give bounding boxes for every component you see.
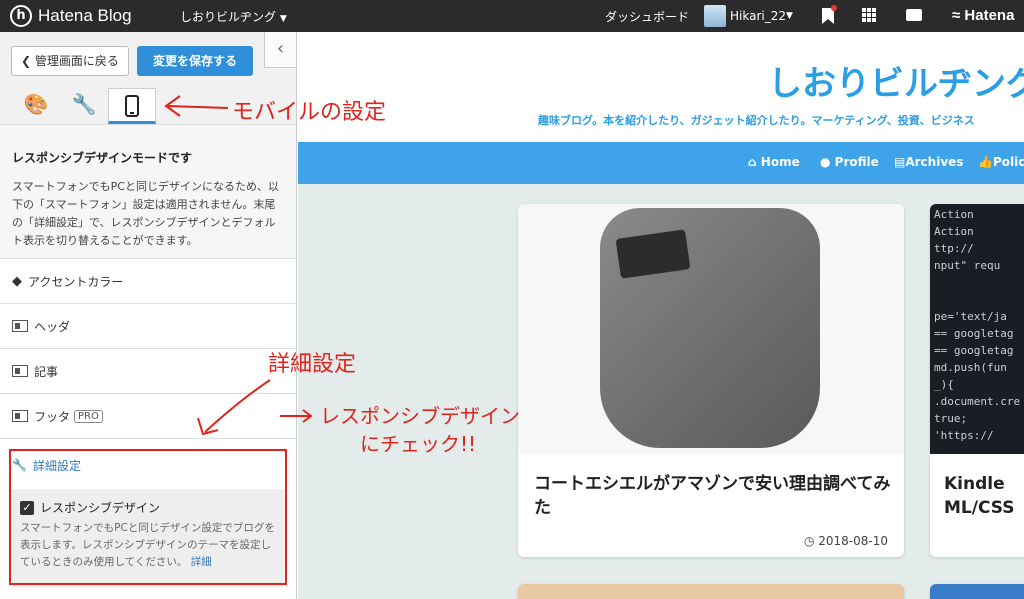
user-menu[interactable]: Hikari_22 ▼ [704,5,793,27]
layout-icon [12,365,28,377]
article-card[interactable]: Action Action ttp:// nput" requ pe='text/ja =… [930,204,1024,557]
menu-header[interactable]: ヘッダ [0,304,296,349]
article-title[interactable]: Kindle ML/CSS [944,472,1024,520]
collapse-panel-button[interactable]: ‹ [264,32,296,68]
nav-profile-label: Profile [834,155,879,169]
info-body: スマートフォンでもPCと同じデザインになるため、以下の「スマートフォン」設定は適… [12,180,279,247]
annotation-check: にチェック!! [360,432,477,456]
logo-text: Hatena Blog [38,6,132,25]
notification-dot [831,5,837,11]
article-card[interactable] [518,584,904,599]
article-card[interactable]: コートエシエルがアマゾンで安い理由調べてみた ◷ 2018-08-10 [518,204,904,557]
layout-icon [12,320,28,332]
layout-icon [12,410,28,422]
code-line: == googletag [934,344,1014,357]
responsive-mode-info: レスポンシブデザインモードです スマートフォンでもPCと同じデザインになるため、… [0,125,296,259]
clock-icon: ◷ [803,534,815,548]
tab-customize[interactable]: 🔧 [60,88,108,124]
nav-policy-label: Policy [992,155,1024,169]
chat-icon[interactable] [906,9,922,21]
blog-nav: ⌂ Home ● Profile ▤Archives 👍Policy [298,142,1024,184]
blog-selector-label: しおりビルヂング [180,10,277,24]
save-changes-button[interactable]: 変更を保存する [137,46,253,76]
code-line: nput" requ [934,259,1001,272]
palette-icon: 🎨 [23,92,49,116]
nav-archives[interactable]: ▤Archives [894,155,963,169]
code-thumbnail: Action Action ttp:// nput" requ pe='text/ja =… [930,204,1024,454]
nav-home-label: Home [760,155,800,169]
menu-article-label: 記事 [34,364,59,379]
article-card[interactable] [930,584,1024,599]
chevron-down-icon: ▼ [279,14,287,24]
blog-preview: しおりビルヂング 趣味ブログ。本を紹介したり、ガジェット紹介したり。マーケティン… [298,32,1024,599]
nav-home[interactable]: ⌂ Home [748,155,800,169]
back-to-admin-label: 管理画面に戻る [34,54,119,68]
username: Hikari_22 [730,9,786,23]
home-icon: ⌂ [748,155,757,169]
chevron-left-icon: ❮ [21,54,35,68]
menu-accent-color-label: アクセントカラー [28,274,124,289]
code-line: Action [934,208,974,221]
back-to-admin-button[interactable]: ❮ 管理画面に戻る [11,46,129,76]
annotation-detail-settings: 詳細設定 [268,352,357,377]
code-line: 'https:// [934,429,994,442]
info-title: レスポンシブデザインモードです [12,151,193,165]
code-line: pe='text/ja [934,310,1007,323]
article-date: ◷ 2018-08-10 [804,534,888,548]
nav-archives-label: Archives [905,155,964,169]
wrench-icon: 🔧 [71,92,97,116]
hatena-link[interactable]: ≈ Hatena [952,7,1014,24]
menu-accent-color[interactable]: ◆ アクセントカラー [0,259,296,304]
pro-badge: PRO [74,409,103,423]
hatena-logo-icon: h [10,5,32,27]
code-line: md.push(fun [934,361,1007,374]
hatena-right-icon: ≈ [952,7,961,24]
tab-design[interactable]: 🎨 [12,88,60,124]
archive-icon: ▤ [894,155,906,169]
blog-selector[interactable]: しおりビルヂング ▼ [180,8,287,25]
code-line: true; [934,412,968,425]
blog-description: 趣味ブログ。本を紹介したり、ガジェット紹介したり。マーケティング、投資、ビジネス [538,114,975,127]
menu-header-label: ヘッダ [34,319,71,334]
code-line: ttp:// [934,242,974,255]
top-bar: h Hatena Blog しおりビルヂング ▼ ダッシュボード Hikari_… [0,0,1024,32]
menu-article[interactable]: 記事 [0,349,296,394]
nav-policy[interactable]: 👍Policy [978,155,1024,169]
annotation-responsive: レスポンシブデザイン [320,404,520,428]
thumbs-up-icon: 👍 [978,155,993,169]
tab-mobile[interactable] [108,88,156,124]
code-line: _){ [934,378,954,391]
apps-grid-icon[interactable] [862,8,876,22]
article-date-text: 2018-08-10 [818,534,888,548]
smartphone-icon [125,95,139,117]
chevron-down-icon: ▼ [786,11,793,21]
code-line: == googletag [934,327,1014,340]
dashboard-link[interactable]: ダッシュボード [605,8,689,25]
avatar [704,5,726,27]
article-title[interactable]: コートエシエルがアマゾンで安い理由調べてみた [534,472,894,520]
hatena-right-text: Hatena [964,7,1015,24]
blog-title[interactable]: しおりビルヂング [768,56,1024,105]
paint-bucket-icon: ◆ [12,273,22,289]
code-line: .document.cre [934,395,1021,408]
annotation-mobile: モバイルの設定 [232,100,387,125]
hatena-blog-logo[interactable]: h Hatena Blog [10,5,132,27]
nav-profile[interactable]: ● Profile [820,155,879,169]
menu-footer-label: フッタ [34,409,71,424]
annotation-highlight-box [9,449,287,585]
code-line: Action [934,225,974,238]
menu-footer[interactable]: フッタ PRO [0,394,296,439]
user-icon: ● [820,155,831,169]
article-thumbnail [518,204,904,454]
blog-header: しおりビルヂング 趣味ブログ。本を紹介したり、ガジェット紹介したり。マーケティン… [298,32,1024,142]
